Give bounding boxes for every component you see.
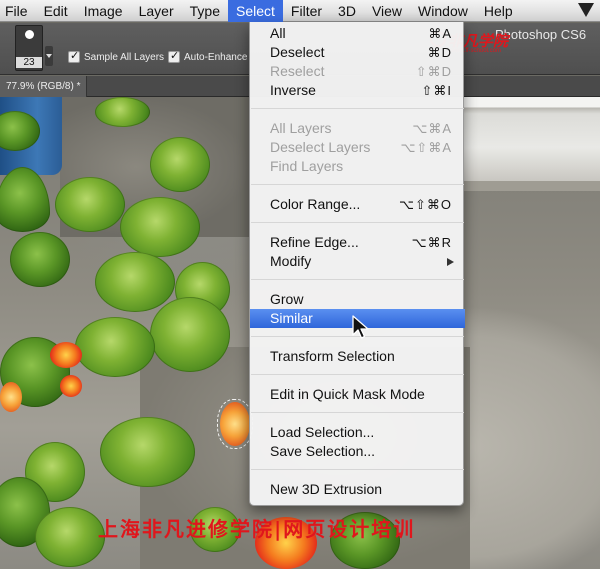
menu-item-label: Deselect Layers bbox=[270, 139, 371, 155]
menu-item-shortcut: ⇧⌘I bbox=[421, 83, 452, 98]
menu-item-label: Save Selection... bbox=[270, 443, 376, 459]
menu-separator bbox=[251, 469, 464, 470]
menu-bar: File Edit Image Layer Type Select Filter… bbox=[0, 0, 600, 22]
mouse-pointer-icon bbox=[352, 315, 369, 339]
menu-file[interactable]: File bbox=[0, 0, 36, 22]
menu-item-deselect-layers: Deselect Layers ⌥⇧⌘A bbox=[250, 138, 465, 157]
menu-item-label: Find Layers bbox=[270, 158, 344, 174]
menu-item-refine-edge[interactable]: Refine Edge... ⌥⌘R bbox=[250, 233, 465, 252]
nasturtium-leaf bbox=[75, 317, 155, 377]
menu-item-label: Modify bbox=[270, 253, 312, 269]
checkbox-checked-icon bbox=[168, 49, 180, 63]
menu-item-transform-selection[interactable]: Transform Selection bbox=[250, 347, 465, 366]
wall-seam bbox=[462, 181, 600, 191]
menu-item-label: Reselect bbox=[270, 63, 325, 79]
menu-item-deselect[interactable]: Deselect ⌘D bbox=[250, 43, 465, 62]
marching-ants-selection bbox=[217, 399, 253, 449]
menu-item-label: Color Range... bbox=[270, 196, 361, 212]
menu-item-label: New 3D Extrusion bbox=[270, 481, 383, 497]
menu-item-label: Edit in Quick Mask Mode bbox=[270, 386, 425, 402]
menu-item-shortcut: ⌥⌘A bbox=[412, 121, 452, 136]
nasturtium-flower bbox=[60, 375, 82, 397]
menu-image[interactable]: Image bbox=[76, 0, 131, 22]
menu-help[interactable]: Help bbox=[476, 0, 521, 22]
brush-tip-icon bbox=[25, 30, 34, 39]
menu-item-shortcut: ⌘A bbox=[428, 26, 452, 41]
menu-window[interactable]: Window bbox=[410, 0, 476, 22]
sample-all-layers-checkbox[interactable]: Sample All Layers bbox=[68, 49, 165, 63]
brush-dropdown-arrow[interactable] bbox=[45, 46, 53, 66]
nasturtium-flower bbox=[50, 342, 82, 368]
menu-item-label: All bbox=[270, 25, 286, 41]
menu-3d[interactable]: 3D bbox=[330, 0, 364, 22]
nasturtium-flower bbox=[0, 382, 22, 412]
nasturtium-leaf bbox=[55, 177, 125, 232]
menu-item-label: Refine Edge... bbox=[270, 234, 359, 250]
menu-edit[interactable]: Edit bbox=[36, 0, 76, 22]
nasturtium-leaf bbox=[100, 417, 195, 487]
menu-item-label: Load Selection... bbox=[270, 424, 375, 440]
menu-separator bbox=[251, 279, 464, 280]
menu-item-modify[interactable]: Modify bbox=[250, 252, 465, 271]
nasturtium-leaf bbox=[150, 137, 210, 192]
menu-filter[interactable]: Filter bbox=[283, 0, 330, 22]
menu-separator bbox=[251, 412, 464, 413]
menu-separator bbox=[251, 108, 464, 109]
watermark-caption: 上海非凡进修学院|网页设计培训 bbox=[98, 517, 416, 541]
brush-preset-picker[interactable]: 23 bbox=[15, 25, 43, 71]
brush-size-value: 23 bbox=[16, 57, 42, 68]
menu-item-save-selection[interactable]: Save Selection... bbox=[250, 442, 465, 461]
menu-item-label: Inverse bbox=[270, 82, 316, 98]
menu-select[interactable]: Select bbox=[228, 0, 283, 22]
menu-separator bbox=[251, 184, 464, 185]
menu-item-shortcut: ⌥⌘R bbox=[411, 235, 452, 250]
menu-item-quick-mask[interactable]: Edit in Quick Mask Mode bbox=[250, 385, 465, 404]
menu-item-reselect: Reselect ⇧⌘D bbox=[250, 62, 465, 81]
menu-item-label: Similar bbox=[270, 310, 313, 326]
menu-view[interactable]: View bbox=[364, 0, 410, 22]
menu-layer[interactable]: Layer bbox=[131, 0, 182, 22]
nasturtium-leaf bbox=[120, 197, 200, 257]
sample-all-layers-label: Sample All Layers bbox=[84, 51, 165, 63]
menu-item-label: Grow bbox=[270, 291, 304, 307]
menu-item-load-selection[interactable]: Load Selection... bbox=[250, 423, 465, 442]
menu-item-inverse[interactable]: Inverse ⇧⌘I bbox=[250, 81, 465, 100]
menu-item-label: Transform Selection bbox=[270, 348, 395, 364]
document-tab[interactable]: 77.9% (RGB/8) * bbox=[0, 76, 88, 97]
menu-item-label: All Layers bbox=[270, 120, 332, 136]
menu-item-color-range[interactable]: Color Range... ⌥⇧⌘O bbox=[250, 195, 465, 214]
menu-item-all-layers: All Layers ⌥⌘A bbox=[250, 119, 465, 138]
nasturtium-leaf bbox=[150, 297, 230, 372]
checkbox-checked-icon bbox=[68, 49, 80, 63]
menu-type[interactable]: Type bbox=[182, 0, 228, 22]
menu-item-grow[interactable]: Grow bbox=[250, 290, 465, 309]
auto-enhance-checkbox[interactable]: Auto-Enhance bbox=[168, 49, 248, 63]
menu-item-label: Deselect bbox=[270, 44, 325, 60]
menu-item-shortcut: ⌥⇧⌘O bbox=[399, 197, 452, 212]
menu-item-find-layers: Find Layers bbox=[250, 157, 465, 176]
menu-item-all[interactable]: All ⌘A bbox=[250, 24, 465, 43]
nasturtium-leaf bbox=[0, 167, 50, 232]
menu-item-shortcut: ⌥⇧⌘A bbox=[400, 140, 452, 155]
nasturtium-leaf bbox=[10, 232, 70, 287]
nasturtium-leaf bbox=[95, 97, 150, 127]
menu-item-shortcut: ⌘D bbox=[427, 45, 452, 60]
submenu-arrow-icon bbox=[447, 258, 454, 266]
menu-separator bbox=[251, 374, 464, 375]
menu-separator bbox=[251, 222, 464, 223]
wifi-icon[interactable] bbox=[578, 2, 594, 19]
menu-item-new-3d-extrusion[interactable]: New 3D Extrusion bbox=[250, 480, 465, 499]
white-wall bbox=[462, 97, 600, 181]
select-menu-dropdown: All ⌘A Deselect ⌘D Reselect ⇧⌘D Inverse … bbox=[249, 22, 465, 506]
menu-spacer bbox=[521, 0, 578, 22]
nasturtium-leaf bbox=[95, 252, 175, 312]
menu-item-shortcut: ⇧⌘D bbox=[415, 64, 452, 79]
auto-enhance-label: Auto-Enhance bbox=[184, 51, 248, 63]
nasturtium-leaf bbox=[35, 507, 105, 567]
